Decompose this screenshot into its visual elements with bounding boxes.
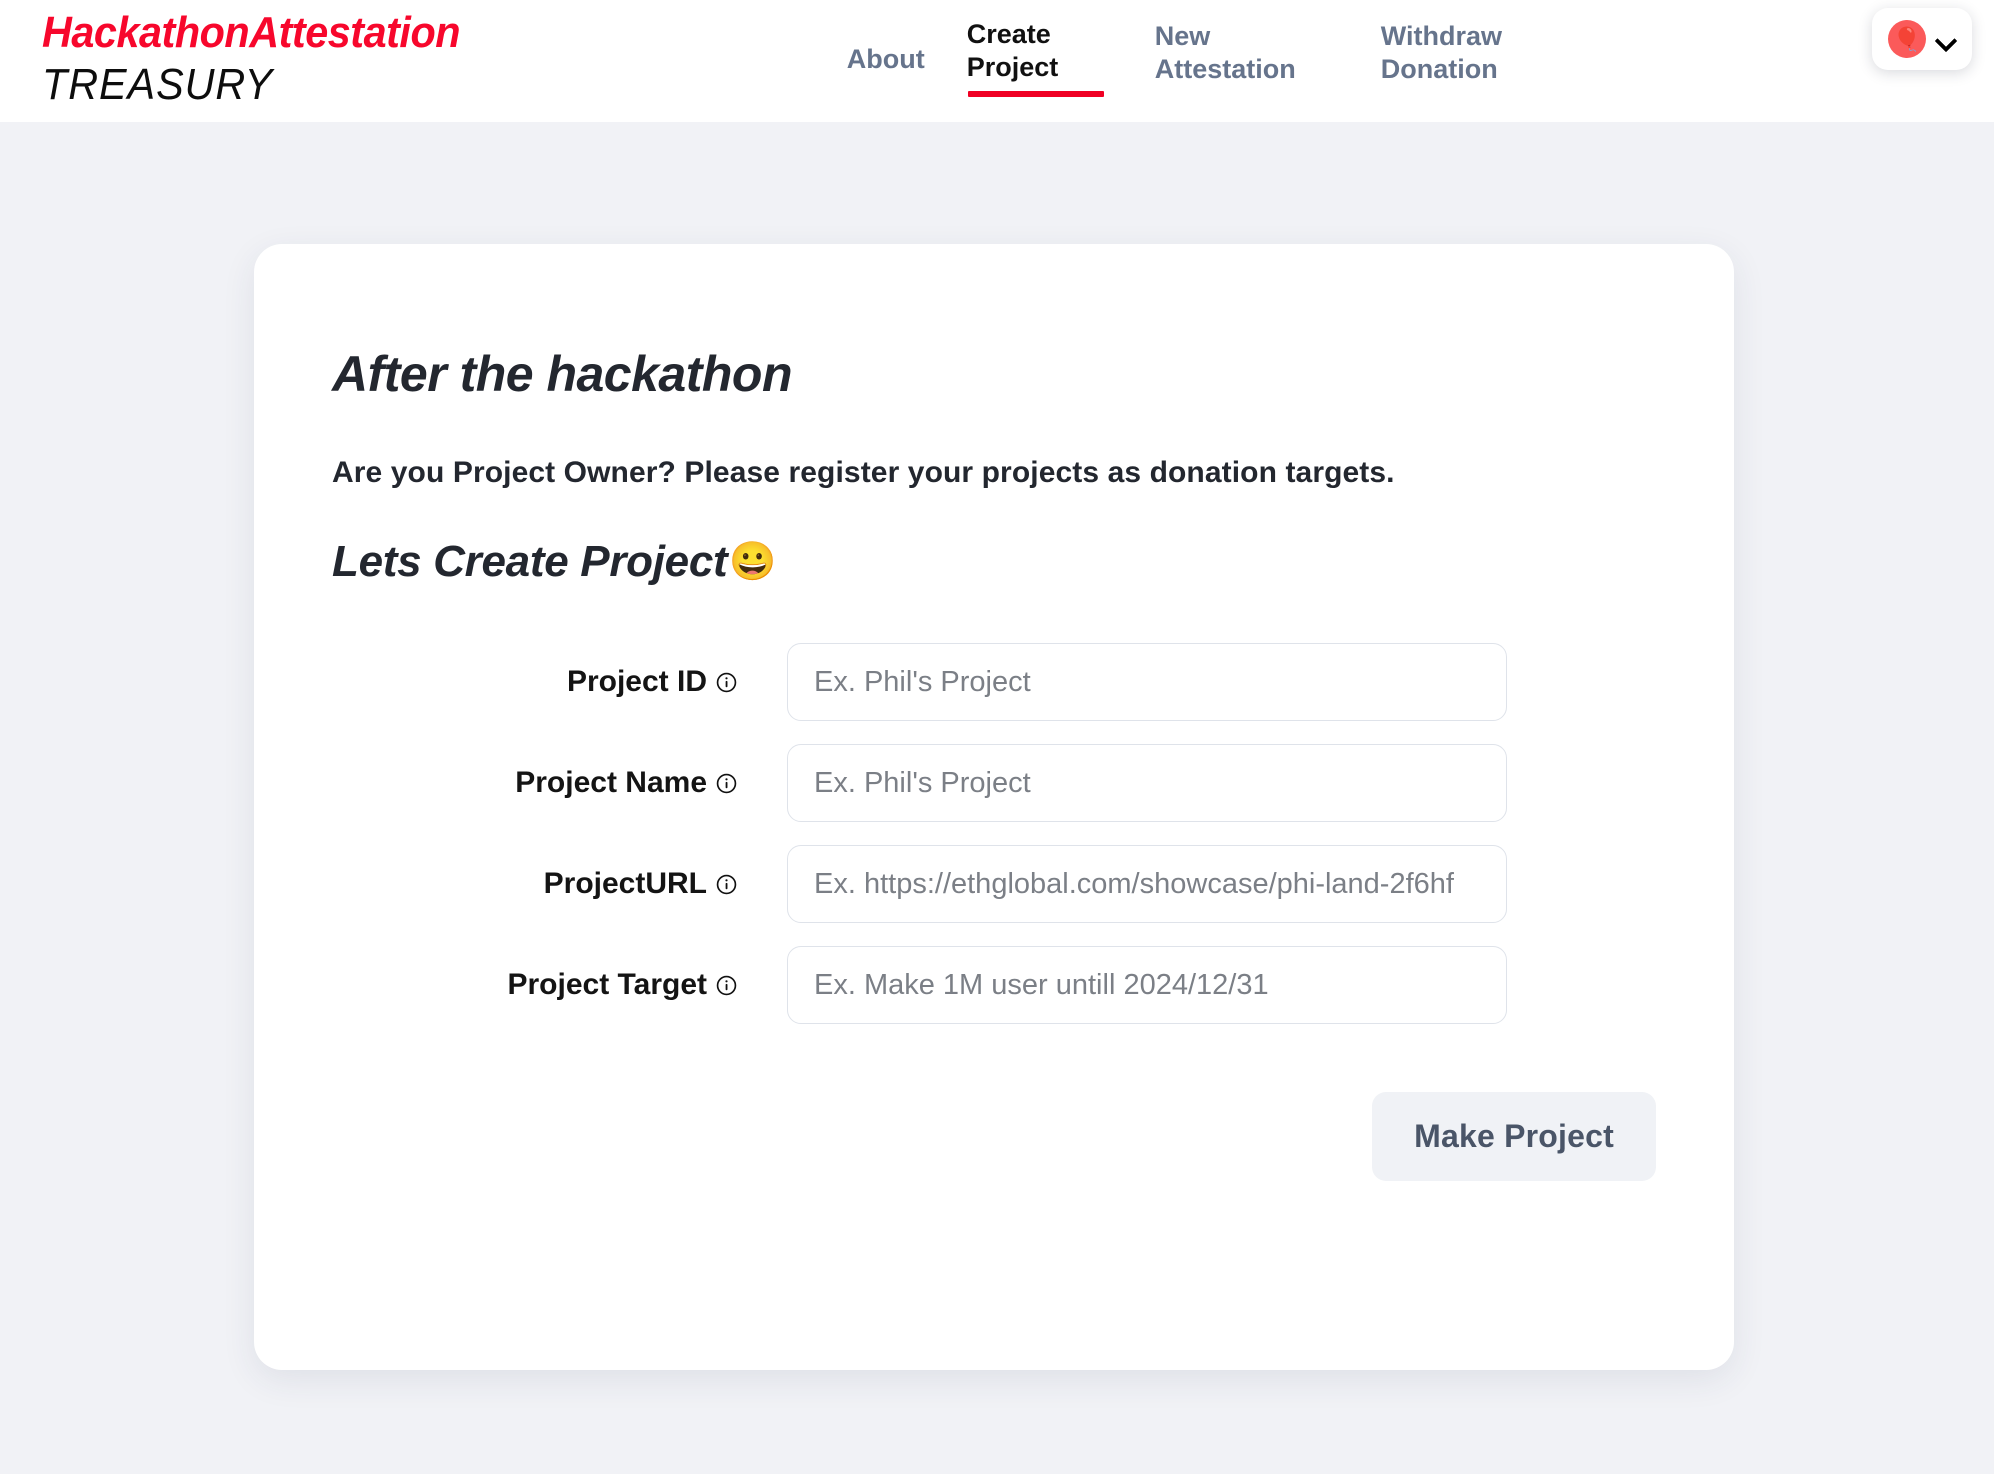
form-actions: Make Project [254, 1092, 1734, 1181]
label-project-name-text: Project Name [515, 766, 707, 799]
field-row-project-id: Project ID [332, 643, 1656, 721]
grinning-face-icon: 😀 [729, 541, 777, 583]
create-project-form: Project ID Project Name [332, 643, 1656, 1024]
brand-line-primary: HackathonAttestation [42, 8, 461, 57]
info-circle-icon[interactable] [716, 975, 737, 996]
nav-item-withdraw-donation[interactable]: Withdraw Donation [1381, 10, 1581, 86]
input-project-url[interactable] [787, 845, 1507, 923]
nav-item-new-attestation[interactable]: New Attestation [1155, 10, 1345, 86]
create-project-card: After the hackathon Are you Project Owne… [254, 244, 1734, 1370]
field-row-project-name: Project Name [332, 744, 1656, 822]
make-project-button[interactable]: Make Project [1372, 1092, 1656, 1181]
avatar: 🎈 [1888, 20, 1926, 58]
active-tab-underline [967, 90, 1104, 97]
info-circle-icon[interactable] [716, 874, 737, 895]
brand-logo[interactable]: HackathonAttestation TREASURY [42, 11, 487, 107]
brand-line-secondary: TREASURY [42, 60, 274, 109]
nav-item-create-project-label: Create Project [966, 19, 1059, 82]
input-project-target[interactable] [787, 946, 1507, 1024]
page-title: After the hackathon [332, 346, 793, 402]
input-project-id[interactable] [787, 643, 1507, 721]
label-project-target: Project Target [332, 970, 787, 1000]
info-circle-icon[interactable] [716, 672, 737, 693]
card-content: After the hackathon Are you Project Owne… [254, 345, 1734, 1024]
input-project-name[interactable] [787, 744, 1507, 822]
section-heading-text: Lets Create Project [332, 537, 728, 586]
label-project-id: Project ID [332, 667, 787, 697]
main-navigation: About Create Project New Attestation Wit… [847, 0, 1581, 122]
nav-item-about[interactable]: About [847, 10, 967, 76]
page-subtitle: Are you Project Owner? Please register y… [332, 456, 1395, 489]
label-project-target-text: Project Target [507, 968, 708, 1001]
nav-item-create-project[interactable]: Create Project [966, 10, 1127, 97]
account-menu-button[interactable]: 🎈 [1872, 8, 1972, 70]
field-row-project-url: ProjectURL [332, 845, 1656, 923]
page-body: After the hackathon Are you Project Owne… [0, 122, 1994, 1474]
app-header: HackathonAttestation TREASURY About Crea… [0, 0, 1994, 122]
chevron-down-icon [1936, 33, 1956, 45]
label-project-id-text: Project ID [566, 665, 707, 698]
label-project-url-text: ProjectURL [543, 867, 707, 900]
label-project-name: Project Name [332, 768, 787, 798]
info-circle-icon[interactable] [716, 773, 737, 794]
label-project-url: ProjectURL [332, 869, 787, 899]
field-row-project-target: Project Target [332, 946, 1656, 1024]
section-heading: Lets Create Project 😀 [332, 537, 1656, 587]
